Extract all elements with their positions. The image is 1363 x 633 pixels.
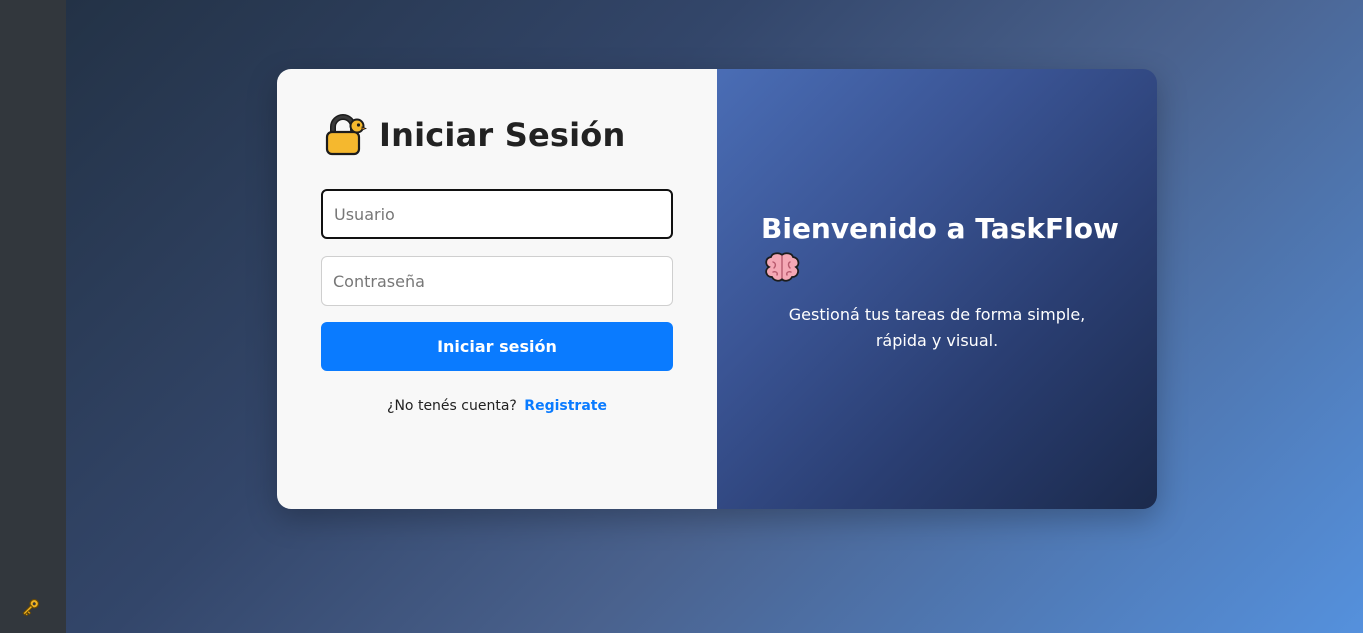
lock-icon [325,114,367,156]
brain-icon [765,252,800,282]
username-input[interactable] [321,189,673,239]
page-title: Iniciar Sesión [379,116,626,154]
login-panel: Iniciar Sesión Iniciar sesión ¿No tenés … [277,69,717,509]
welcome-subtitle: Gestioná tus tareas de forma simple, ráp… [788,305,1086,350]
register-prompt: ¿No tenés cuenta? [387,398,517,414]
welcome-panel: Bienvenido a TaskFlow Gestioná tus tarea… [717,69,1157,509]
welcome-title: Bienvenido a TaskFlow [761,212,1119,245]
sidebar [0,0,66,633]
login-button[interactable]: Iniciar sesión [321,322,673,371]
login-header: Iniciar Sesión [323,113,625,157]
register-prompt-row: ¿No tenés cuenta? Registrate [277,398,717,414]
password-input[interactable] [321,256,673,306]
key-icon[interactable] [18,596,42,620]
register-link[interactable]: Registrate [524,398,607,414]
login-card: Iniciar Sesión Iniciar sesión ¿No tenés … [277,69,1157,509]
